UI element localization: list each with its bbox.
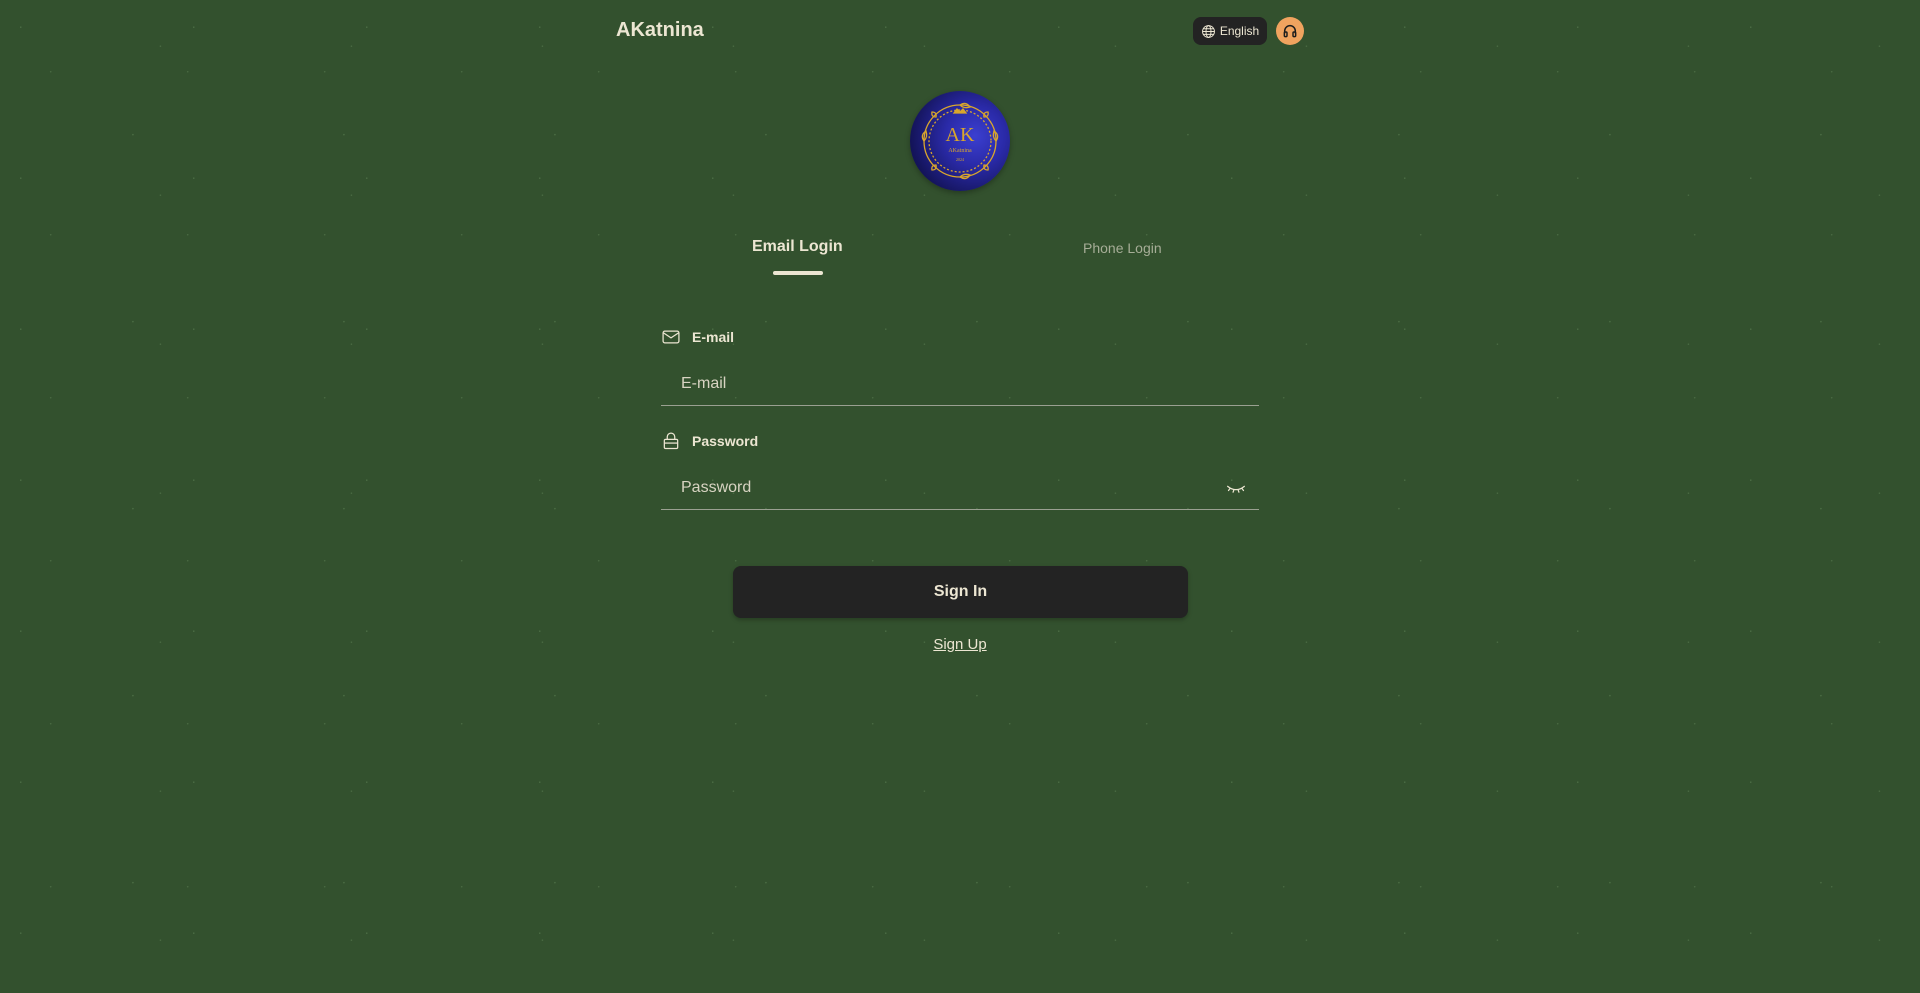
email-input[interactable] [661,363,1259,405]
email-input-wrapper [661,363,1259,406]
top-bar: AKatnina English [616,0,1304,62]
email-field-group: E-mail [661,325,1259,406]
brand-logo: AK AKatnina 2024 [910,91,1010,191]
login-method-tabs: Email Login Phone Login [660,238,1260,278]
password-field-group: Password [661,429,1259,510]
tab-phone-login[interactable]: Phone Login [1083,240,1162,256]
sign-in-button[interactable]: Sign In [733,566,1188,618]
password-label: Password [692,433,759,449]
email-label-row: E-mail [661,325,1259,349]
tab-email-login[interactable]: Email Login [752,238,843,256]
password-input[interactable] [661,467,1259,509]
password-input-wrapper [661,467,1259,510]
brand-emblem: AK AKatnina 2024 [921,102,999,180]
password-label-row: Password [661,429,1259,453]
email-label: E-mail [692,329,735,345]
globe-icon [1201,24,1215,38]
language-selector-button[interactable]: English [1193,17,1267,45]
language-label: English [1219,24,1260,38]
customer-support-button[interactable] [1276,17,1304,45]
active-tab-indicator [773,271,823,275]
lock-icon [663,432,679,450]
envelope-icon [662,330,680,344]
eye-closed-icon[interactable] [1226,480,1246,496]
logo-year-text: 2024 [956,157,964,162]
logo-monogram: AK [946,124,975,146]
sign-up-link[interactable]: Sign Up [933,636,987,653]
app-title: AKatnina [616,19,704,41]
logo-brand-text: AKatnina [948,148,972,154]
headphones-icon [1283,25,1297,38]
